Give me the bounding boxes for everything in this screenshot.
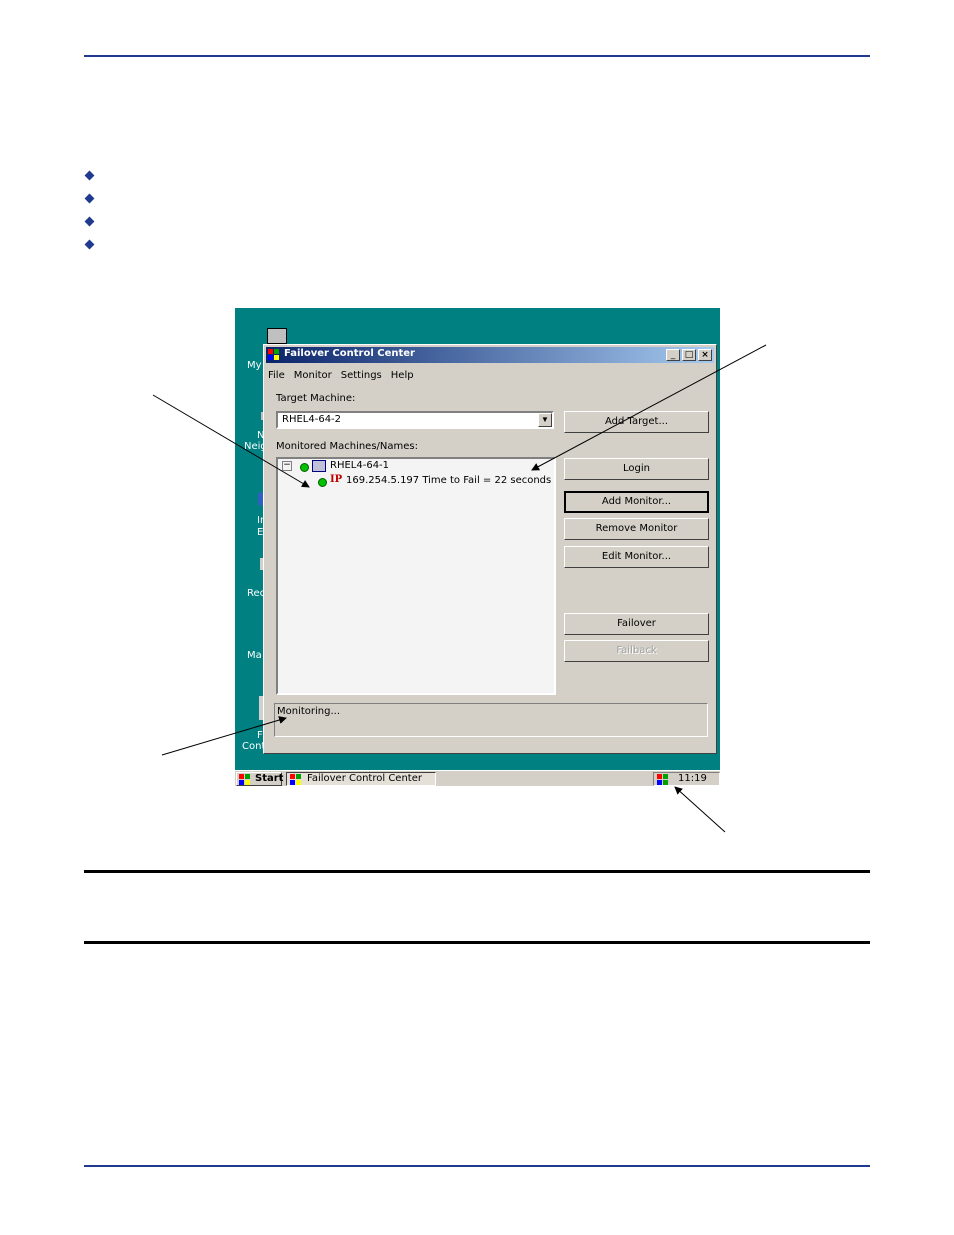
failback-button[interactable]: Failback [564,640,709,662]
machine-name[interactable]: RHEL4-64-1 [330,460,389,471]
computer-icon [312,460,326,472]
status-box: Monitoring... [274,703,708,737]
target-machine-label: Target Machine: [276,393,356,404]
footer-rule [84,1165,870,1167]
desktop-screenshot: My N Neig In E Rec Ma F Control Center F… [235,308,720,786]
monitor-status-icon [318,478,327,487]
bullet-marker-3 [84,216,95,227]
menu-monitor[interactable]: Monitor [294,370,332,381]
monitored-machines-label: Monitored Machines/Names: [276,441,418,452]
menu-settings[interactable]: Settings [341,370,382,381]
header-rule [84,55,870,57]
windows-logo-icon [239,774,251,785]
target-machine-value: RHEL4-64-2 [282,414,342,425]
desktop-label-f: F [257,730,263,741]
taskbar-app-label: Failover Control Center [307,773,422,784]
failover-button[interactable]: Failover [564,613,709,635]
my-computer-icon[interactable] [267,328,287,344]
add-target-button[interactable]: Add Target... [564,411,709,433]
window-title: Failover Control Center [284,348,415,359]
app-icon [268,349,280,360]
status-text: Monitoring... [277,706,341,717]
failover-window: Failover Control Center _ □ × File Monito… [263,344,717,754]
tray-clock: 11:19 AM [678,773,707,786]
collapse-icon[interactable]: − [282,461,292,471]
menu-bar: File Monitor Settings Help [268,365,423,381]
target-machine-select[interactable]: RHEL4-64-2 ▼ [276,411,554,429]
table-rule-bottom [84,941,870,944]
login-button[interactable]: Login [564,458,709,480]
bullet-marker-2 [84,193,95,204]
callout-arrow-tray [674,786,726,833]
edit-monitor-button[interactable]: Edit Monitor... [564,546,709,568]
bullet-marker-4 [84,239,95,250]
chevron-down-icon[interactable]: ▼ [538,413,552,427]
machine-status-icon [300,463,309,472]
tray-failover-icon[interactable] [657,774,669,785]
taskbar-app-button[interactable]: Failover Control Center [286,772,436,786]
start-button[interactable]: Start [236,772,284,786]
window-titlebar[interactable]: Failover Control Center _ □ × [266,347,714,363]
minimize-icon[interactable]: _ [666,349,680,361]
start-label: Start [255,773,284,784]
close-icon[interactable]: × [698,349,712,361]
desktop-label-ma: Ma [247,650,262,661]
system-tray: 11:19 AM [653,772,720,786]
menu-file[interactable]: File [268,370,285,381]
menu-help[interactable]: Help [391,370,414,381]
taskbar: Start Failover Control Center 11:19 AM [235,770,720,786]
remove-monitor-button[interactable]: Remove Monitor [564,518,709,540]
ip-monitor-icon: IP [330,474,343,485]
monitored-tree[interactable]: − RHEL4-64-1 IP 169.254.5.197 Time to Fa… [276,457,556,695]
add-monitor-button[interactable]: Add Monitor... [564,491,709,513]
monitor-entry[interactable]: 169.254.5.197 Time to Fail = 22 seconds [346,475,551,486]
table-rule-top [84,870,870,873]
app-task-icon [290,774,302,785]
maximize-icon[interactable]: □ [682,349,696,361]
desktop-label-my: My [247,360,262,371]
bullet-marker-1 [84,170,95,181]
